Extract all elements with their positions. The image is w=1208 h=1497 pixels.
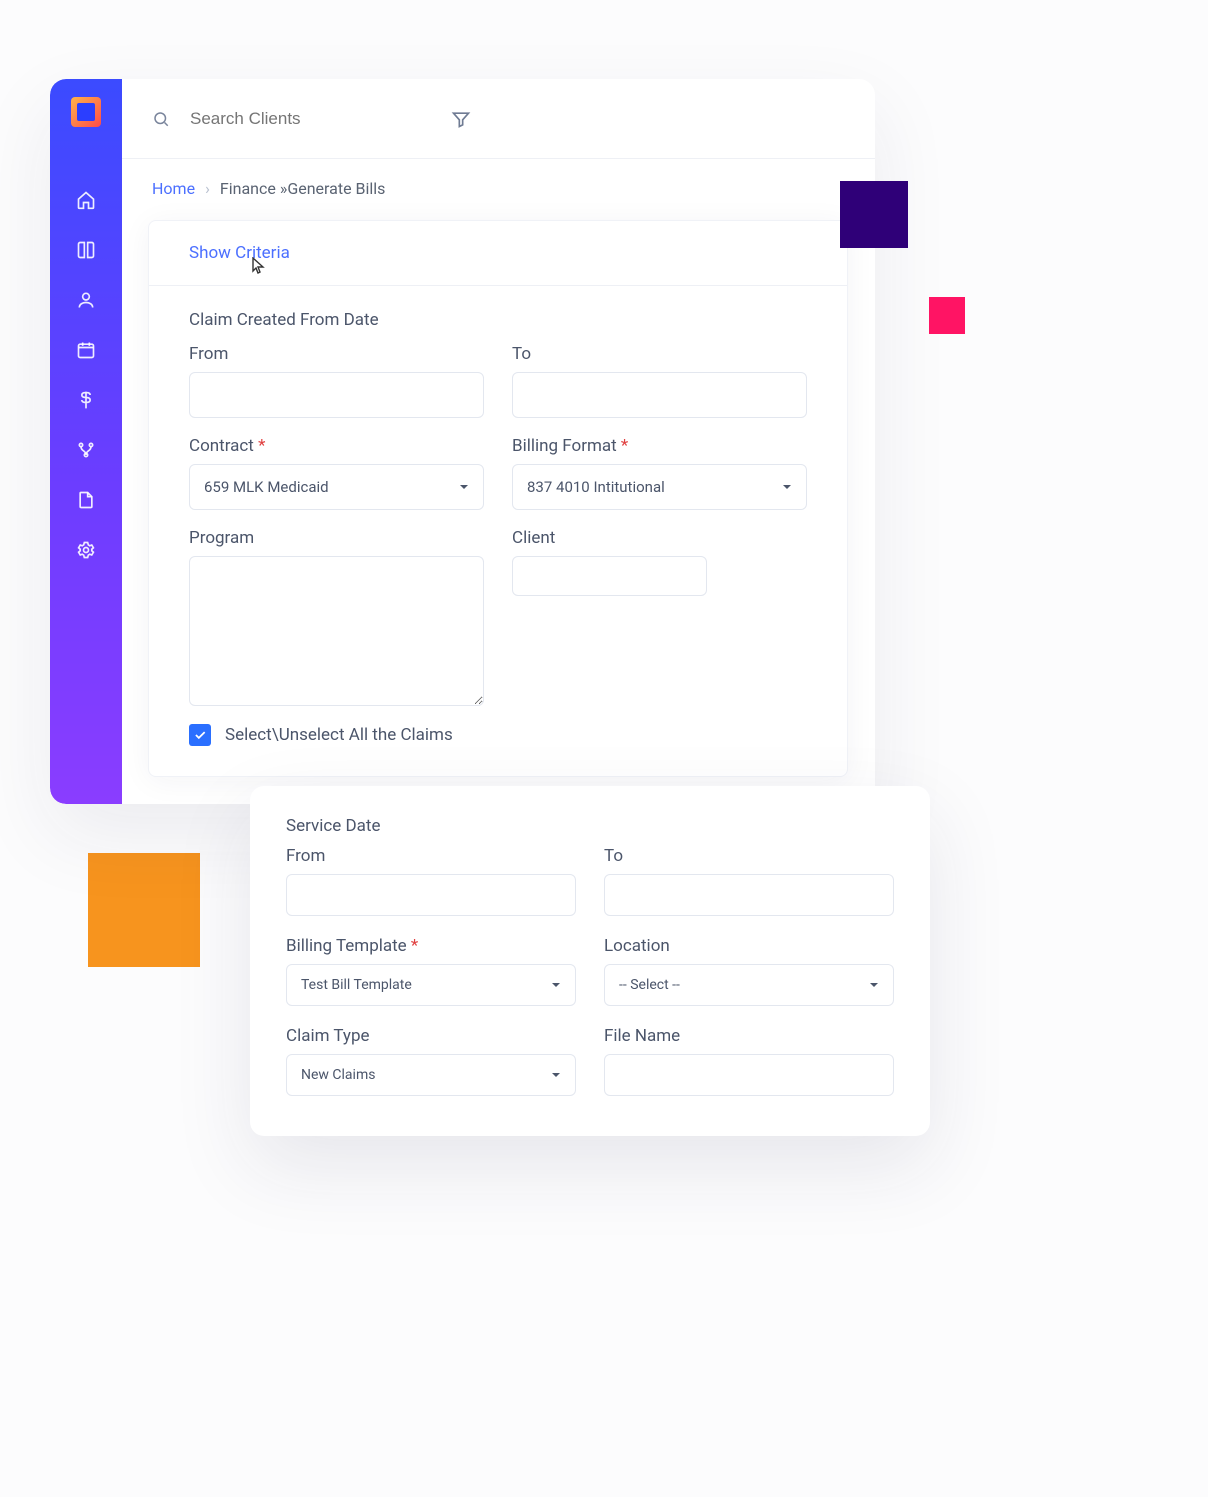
dollar-icon[interactable] <box>75 389 97 411</box>
cursor-icon <box>252 257 266 275</box>
file-name-label: File Name <box>604 1026 894 1046</box>
billing-template-label-text: Billing Template <box>286 936 407 956</box>
contract-value: 659 MLK Medicaid <box>204 478 329 496</box>
client-input[interactable] <box>512 556 707 596</box>
claim-from-date-input[interactable] <box>189 372 484 418</box>
claim-type-label: Claim Type <box>286 1026 576 1046</box>
search-icon <box>152 110 170 128</box>
breadcrumb: Home › Finance »Generate Bills <box>152 179 875 198</box>
caret-down-icon <box>869 980 879 990</box>
service-date-card: Service Date From To Billing Template * … <box>250 786 930 1136</box>
service-date-section-label: Service Date <box>286 816 894 836</box>
select-all-checkbox[interactable] <box>189 724 211 746</box>
breadcrumb-tail-label: Generate Bills <box>287 179 385 198</box>
criteria-form: Claim Created From Date From To Contrac <box>149 286 847 776</box>
criteria-card: Show Criteria Claim Created From Date Fr… <box>148 220 848 777</box>
search-input[interactable] <box>190 109 411 129</box>
home-icon[interactable] <box>75 189 97 211</box>
claim-type-value: New Claims <box>301 1067 375 1083</box>
gear-icon[interactable] <box>75 539 97 561</box>
billing-format-select[interactable]: 837 4010 Intitutional <box>512 464 807 510</box>
service-to-label: To <box>604 846 894 866</box>
location-value: -- Select -- <box>619 977 680 993</box>
service-from-label: From <box>286 846 576 866</box>
from-label: From <box>189 344 484 364</box>
contract-select[interactable]: 659 MLK Medicaid <box>189 464 484 510</box>
billing-template-label: Billing Template * <box>286 936 576 956</box>
caret-down-icon <box>782 482 792 492</box>
required-mark: * <box>411 936 418 956</box>
caret-down-icon <box>459 482 469 492</box>
claim-to-date-input[interactable] <box>512 372 807 418</box>
select-all-label: Select\Unselect All the Claims <box>225 725 453 745</box>
billing-format-value: 837 4010 Intitutional <box>527 478 665 496</box>
program-textarea[interactable] <box>189 556 484 706</box>
caret-down-icon <box>551 1070 561 1080</box>
person-icon[interactable] <box>75 289 97 311</box>
to-label: To <box>512 344 807 364</box>
contract-label-text: Contract <box>189 436 254 456</box>
app-window: Home › Finance »Generate Bills Show Crit… <box>50 79 875 804</box>
required-mark: * <box>258 436 265 456</box>
location-label: Location <box>604 936 894 956</box>
criteria-header: Show Criteria <box>149 221 847 286</box>
claim-created-section-label: Claim Created From Date <box>189 310 807 330</box>
sidebar <box>50 79 122 804</box>
contract-label: Contract * <box>189 436 484 456</box>
billing-template-select[interactable]: Test Bill Template <box>286 964 576 1006</box>
select-all-row: Select\Unselect All the Claims <box>189 724 807 746</box>
file-name-input[interactable] <box>604 1054 894 1096</box>
service-to-input[interactable] <box>604 874 894 916</box>
calendar-icon[interactable] <box>75 339 97 361</box>
caret-down-icon <box>551 980 561 990</box>
breadcrumb-mid-label: Finance <box>220 179 276 198</box>
location-select[interactable]: -- Select -- <box>604 964 894 1006</box>
decoration-purple-square <box>840 181 908 248</box>
show-criteria-toggle[interactable]: Show Criteria <box>189 243 290 263</box>
billing-template-value: Test Bill Template <box>301 977 412 993</box>
book-icon[interactable] <box>75 239 97 261</box>
breadcrumb-finance: Finance »Generate Bills <box>220 179 386 198</box>
filter-icon[interactable] <box>451 109 471 129</box>
content-area: Home › Finance »Generate Bills Show Crit… <box>122 159 875 804</box>
claim-type-select[interactable]: New Claims <box>286 1054 576 1096</box>
breadcrumb-home-link[interactable]: Home <box>152 179 195 198</box>
chevron-right-icon: › <box>205 179 210 198</box>
branch-icon[interactable] <box>75 439 97 461</box>
billing-format-label: Billing Format * <box>512 436 807 456</box>
service-from-input[interactable] <box>286 874 576 916</box>
decoration-pink-square <box>929 297 965 334</box>
app-logo <box>71 97 101 127</box>
client-label: Client <box>512 528 807 548</box>
topbar <box>122 79 875 159</box>
billing-format-label-text: Billing Format <box>512 436 617 456</box>
program-label: Program <box>189 528 484 548</box>
show-criteria-label: Show Criteria <box>189 243 290 263</box>
document-icon[interactable] <box>75 489 97 511</box>
required-mark: * <box>621 436 628 456</box>
decoration-orange-square <box>88 853 200 967</box>
